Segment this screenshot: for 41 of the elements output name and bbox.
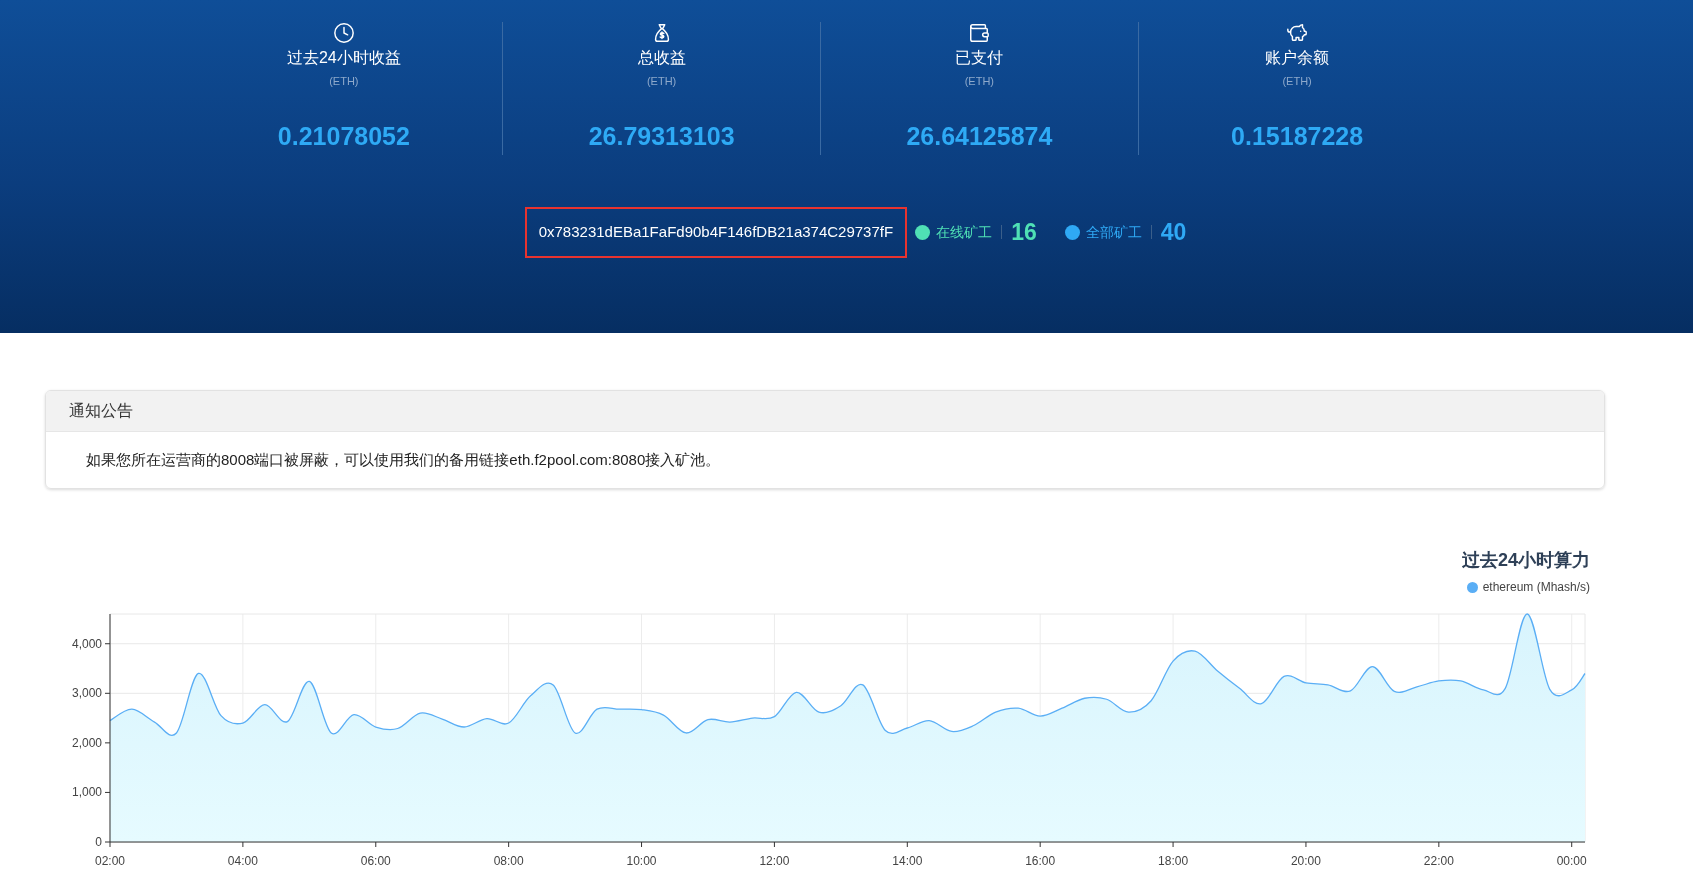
y-tick-label: 4,000 — [71, 636, 102, 651]
x-tick-label: 00:00 — [1556, 854, 1587, 868]
x-tick-label: 16:00 — [1025, 854, 1056, 868]
stat-value: 26.79313103 — [588, 120, 735, 152]
stat-value: 26.64125874 — [906, 120, 1053, 152]
worker-count: 16 — [1011, 218, 1037, 247]
legend-label: ethereum (Mhash/s) — [1482, 579, 1590, 596]
worker-label: 全部矿工 — [1085, 222, 1142, 242]
y-tick-label: 1,000 — [71, 785, 102, 800]
x-tick-label: 04:00 — [227, 854, 258, 868]
y-tick-label: 3,000 — [71, 686, 102, 701]
wallet-icon — [968, 22, 991, 44]
wallet-address: 0x783231dEBa1FaFd90b4F146fDB21a374C29737fF — [524, 207, 908, 258]
x-tick-label: 02:00 — [95, 854, 125, 868]
stat-unit: (ETH) — [1282, 74, 1312, 89]
y-tick-label: 0 — [95, 835, 102, 849]
stat-value: 0.21078052 — [277, 120, 410, 152]
notice-text: 如果您所在运营商的8008端口被屏蔽，可以使用我们的备用链接eth.f2pool.com:8080接入矿池。 — [86, 449, 721, 470]
stat-unit: (ETH) — [329, 74, 359, 89]
clock-icon — [332, 22, 355, 44]
x-tick-label: 10:00 — [626, 854, 657, 868]
x-tick-label: 22:00 — [1423, 854, 1454, 868]
notice-title: 通知公告 — [69, 401, 133, 421]
worker-count: 40 — [1160, 218, 1187, 247]
x-tick-label: 20:00 — [1290, 854, 1321, 868]
x-tick-label: 06:00 — [360, 854, 391, 868]
x-tick-label: 12:00 — [759, 854, 790, 868]
stat-unit: (ETH) — [964, 74, 995, 89]
x-tick-label: 08:00 — [493, 854, 524, 868]
piggy-bank-icon — [1286, 22, 1309, 44]
stat-label: 账户余额 — [1265, 48, 1330, 68]
worker-label: 在线矿工 — [936, 222, 993, 242]
stat-value: 0.15187228 — [1231, 120, 1364, 152]
stat-label: 过去24小时收益 — [286, 48, 401, 68]
stat-label: 总收益 — [637, 48, 686, 68]
x-tick-label: 14:00 — [892, 854, 923, 868]
x-tick-label: 18:00 — [1158, 854, 1189, 868]
y-tick-label: 2,000 — [71, 735, 102, 750]
chart-title: 过去24小时算力 — [1461, 549, 1590, 572]
stat-label: 已支付 — [955, 48, 1004, 68]
stat-unit: (ETH) — [646, 74, 677, 89]
